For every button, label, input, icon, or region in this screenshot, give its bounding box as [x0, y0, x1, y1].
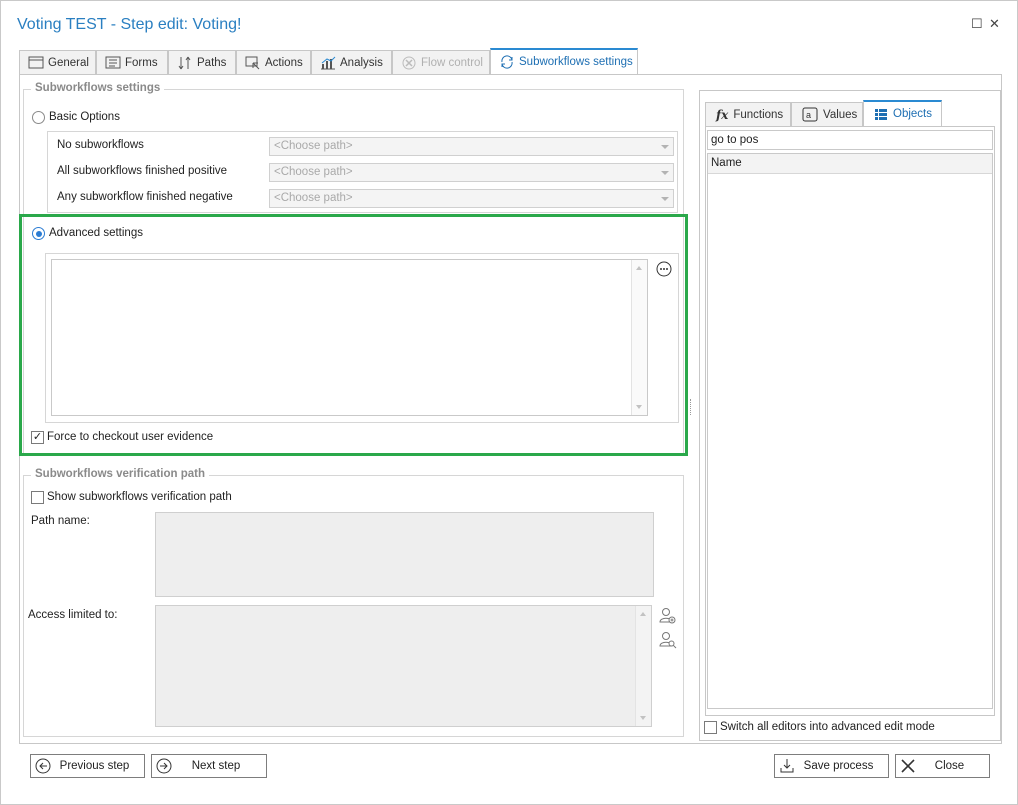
step-edit-dialog: Voting TEST - Step edit: Voting! ☐ ✕ Gen…: [0, 0, 1018, 805]
tab-label: Paths: [197, 56, 227, 69]
close-button[interactable]: Close: [895, 754, 990, 778]
add-user-icon[interactable]: [659, 607, 677, 625]
tab-label: Values: [823, 108, 858, 121]
force-checkout-checkbox[interactable]: ✓: [31, 431, 44, 444]
window-icon: [28, 56, 44, 69]
tab-label: Functions: [733, 108, 784, 121]
objects-list[interactable]: Name: [707, 153, 993, 709]
close-icon[interactable]: ✕: [989, 17, 1000, 31]
maximize-icon[interactable]: ☐: [971, 17, 983, 31]
tab-label: Subworkflows settings: [519, 56, 633, 68]
path-name-label: Path name:: [31, 515, 90, 527]
splitter-grip[interactable]: [690, 399, 692, 415]
save-download-icon: [780, 759, 794, 773]
tab-objects[interactable]: Objects: [863, 100, 942, 126]
scroll-up-icon[interactable]: [640, 612, 646, 616]
save-process-button[interactable]: Save process: [774, 754, 889, 778]
path-name-field[interactable]: [155, 512, 654, 597]
objects-icon: [875, 108, 887, 120]
column-header-name[interactable]: Name: [708, 154, 992, 174]
tab-functions[interactable]: fx Functions: [705, 102, 791, 126]
scroll-up-icon[interactable]: [636, 266, 642, 270]
show-verification-path-label: Show subworkflows verification path: [47, 491, 232, 503]
any-finished-negative-label: Any subworkflow finished negative: [57, 191, 233, 203]
advanced-settings-label: Advanced settings: [49, 227, 143, 239]
all-finished-positive-label: All subworkflows finished positive: [57, 165, 228, 177]
vertical-scrollbar[interactable]: [635, 606, 651, 726]
tab-forms[interactable]: Forms: [96, 50, 168, 74]
tab-label: General: [48, 56, 89, 69]
flow-control-icon: [402, 56, 416, 69]
no-subworkflows-path-select[interactable]: <Choose path>: [269, 137, 674, 156]
chevron-down-icon: [661, 171, 669, 175]
combo-placeholder: <Choose path>: [274, 192, 353, 204]
more-options-icon[interactable]: [656, 261, 672, 277]
search-user-icon[interactable]: [659, 631, 677, 649]
force-checkout-label: Force to checkout user evidence: [47, 431, 214, 443]
access-limited-label: Access limited to:: [28, 609, 118, 621]
basic-options-radio[interactable]: [32, 111, 45, 124]
next-step-button[interactable]: Next step: [151, 754, 267, 778]
actions-icon: [245, 56, 260, 69]
svg-text:a: a: [806, 110, 811, 120]
no-subworkflows-label: No subworkflows: [57, 139, 144, 151]
combo-placeholder: <Choose path>: [274, 166, 353, 178]
advanced-edit-mode-checkbox[interactable]: [704, 721, 717, 734]
window-title: Voting TEST - Step edit: Voting!: [17, 16, 242, 33]
tab-subworkflows-settings[interactable]: Subworkflows settings: [490, 48, 638, 74]
show-verification-path-checkbox[interactable]: [31, 491, 44, 504]
objects-search-input[interactable]: go to pos: [707, 130, 993, 150]
all-finished-positive-path-select[interactable]: <Choose path>: [269, 163, 674, 182]
tab-analysis[interactable]: Analysis: [311, 50, 392, 74]
basic-options-label: Basic Options: [49, 111, 120, 123]
chevron-down-icon: [661, 145, 669, 149]
group-title: Subworkflows verification path: [31, 468, 209, 480]
function-fx-icon: fx: [716, 107, 729, 122]
arrow-left-circle-icon: [35, 758, 51, 774]
tab-general[interactable]: General: [19, 50, 96, 74]
combo-placeholder: <Choose path>: [274, 140, 353, 152]
tab-actions[interactable]: Actions: [236, 50, 311, 74]
close-x-icon: [901, 759, 915, 773]
tab-label: Analysis: [340, 56, 383, 69]
advanced-settings-radio[interactable]: [32, 227, 45, 240]
tab-flow-control[interactable]: Flow control: [392, 50, 490, 74]
tab-label: Forms: [125, 56, 158, 69]
tab-label: Actions: [265, 56, 303, 69]
tab-label: Objects: [893, 108, 932, 120]
paths-icon: [178, 56, 191, 69]
analysis-icon: [321, 56, 336, 69]
arrow-right-circle-icon: [156, 758, 172, 774]
vertical-scrollbar[interactable]: [631, 260, 647, 415]
access-limited-field[interactable]: [155, 605, 652, 727]
tab-label: Flow control: [421, 56, 483, 69]
tab-values[interactable]: a Values: [791, 102, 863, 126]
chevron-down-icon: [661, 197, 669, 201]
subworkflows-icon: [501, 55, 513, 69]
values-icon: a: [802, 107, 818, 122]
previous-step-button[interactable]: Previous step: [30, 754, 145, 778]
advanced-expression-editor[interactable]: [51, 259, 648, 416]
any-finished-negative-path-select[interactable]: <Choose path>: [269, 189, 674, 208]
scroll-down-icon[interactable]: [640, 716, 646, 720]
form-icon: [105, 56, 121, 69]
tab-paths[interactable]: Paths: [168, 50, 236, 74]
advanced-edit-mode-label: Switch all editors into advanced edit mo…: [720, 721, 935, 733]
scroll-down-icon[interactable]: [636, 405, 642, 409]
group-title: Subworkflows settings: [31, 82, 165, 94]
